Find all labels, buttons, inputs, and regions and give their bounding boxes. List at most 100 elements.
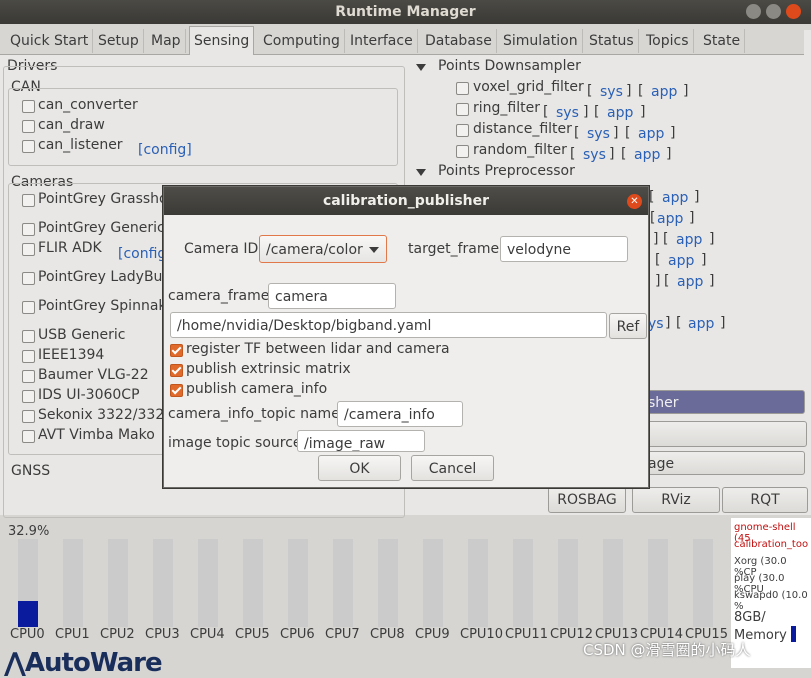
chevron-down-icon[interactable]	[416, 169, 426, 176]
random-filter-checkbox[interactable]	[456, 145, 469, 158]
minimize-button[interactable]	[746, 4, 761, 19]
register-tf-label: register TF between lidar and camera	[186, 341, 450, 357]
camera-info-topic-input[interactable]: /camera_info	[337, 401, 463, 427]
camera-avt-vimba-checkbox[interactable]	[22, 430, 35, 443]
target-frame-input[interactable]: velodyne	[500, 236, 628, 262]
can-draw-checkbox[interactable]	[22, 120, 35, 133]
voxel-grid-filter-checkbox[interactable]	[456, 82, 469, 95]
tab-interface[interactable]: Interface	[346, 29, 418, 53]
bracket: [	[649, 189, 655, 205]
camera-id-select[interactable]: /camera/color	[259, 235, 387, 263]
ref-button[interactable]: Ref	[609, 313, 647, 339]
preproc-app-link-3[interactable]: app	[676, 232, 702, 248]
publish-extrinsic-label: publish extrinsic matrix	[186, 361, 351, 377]
camera-avt-vimba-label: AVT Vimba Mako	[38, 427, 155, 443]
ring-sys-link[interactable]: sys	[556, 105, 579, 121]
publish-extrinsic-checkbox[interactable]	[170, 364, 183, 377]
bracket: ]	[653, 231, 659, 247]
image-topic-input[interactable]: /image_raw	[297, 430, 425, 452]
camera-ids-checkbox[interactable]	[22, 390, 35, 403]
camera-ids-label: IDS UI-3060CP	[38, 387, 140, 403]
camera-pointgrey-grasshopper-checkbox[interactable]	[22, 194, 35, 207]
random-filter-label: random_filter	[473, 142, 567, 158]
publish-camera-info-checkbox[interactable]	[170, 384, 183, 397]
close-button[interactable]	[786, 4, 801, 19]
camera-usb-generic-checkbox[interactable]	[22, 330, 35, 343]
bracket: ]	[613, 125, 619, 141]
bracket: ]	[626, 83, 632, 99]
tab-status[interactable]: Status	[585, 29, 639, 53]
distance-app-link[interactable]: app	[638, 126, 664, 142]
window-title-bar: Runtime Manager	[0, 0, 811, 24]
cpu-usage-bar	[558, 539, 578, 627]
tab-computing[interactable]: Computing	[259, 29, 345, 53]
camera-pointgrey-ladybug-checkbox[interactable]	[22, 272, 35, 285]
cancel-button[interactable]: Cancel	[411, 455, 494, 481]
cpu-usage-bar	[423, 539, 443, 627]
flir-adk-config-link[interactable]: [config	[118, 246, 166, 262]
process-item: kswapd0 (10.0 %	[734, 590, 808, 612]
tab-quick-start[interactable]: Quick Start	[6, 29, 94, 53]
cpu-usage-bar	[18, 539, 38, 627]
preproc-app-link-5[interactable]: app	[677, 274, 703, 290]
register-tf-checkbox[interactable]	[170, 344, 183, 357]
dialog-close-icon[interactable]: ✕	[627, 194, 642, 209]
camera-pointgrey-spinnaker-checkbox[interactable]	[22, 301, 35, 314]
preproc-app-link-6[interactable]: app	[688, 316, 714, 332]
camera-info-topic-label: camera_info_topic name	[168, 406, 340, 422]
can-converter-checkbox[interactable]	[22, 100, 35, 113]
camera-ieee1394-checkbox[interactable]	[22, 350, 35, 363]
can-listener-checkbox[interactable]	[22, 140, 35, 153]
tab-state[interactable]: State	[699, 29, 746, 53]
bracket: ]	[694, 189, 700, 205]
tab-database[interactable]: Database	[421, 29, 497, 53]
cpu-usage-bar	[243, 539, 263, 627]
memory-value: 8GB/	[734, 610, 766, 625]
random-sys-link[interactable]: sys	[583, 147, 606, 163]
image-button[interactable]: age	[625, 451, 805, 475]
voxel-grid-filter-label: voxel_grid_filter	[473, 79, 584, 95]
distance-filter-checkbox[interactable]	[456, 124, 469, 137]
camera-baumer-checkbox[interactable]	[22, 370, 35, 383]
bracket: ]	[709, 273, 715, 289]
maximize-button[interactable]	[766, 4, 781, 19]
ring-filter-checkbox[interactable]	[456, 103, 469, 116]
preproc-app-link-2[interactable]: app	[657, 211, 683, 227]
autoware-logo-text: AutoWare	[24, 648, 163, 678]
preproc-sys-link-partial[interactable]: ys	[648, 316, 664, 332]
tab-simulation[interactable]: Simulation	[499, 29, 583, 53]
distance-sys-link[interactable]: sys	[587, 126, 610, 142]
camera-flir-adk-checkbox[interactable]	[22, 243, 35, 256]
preproc-app-link-4[interactable]: app	[668, 253, 694, 269]
cpu0-percent: 32.9%	[8, 524, 50, 539]
tab-map[interactable]: Map	[147, 29, 186, 53]
cpu-usage-bar	[513, 539, 533, 627]
ring-app-link[interactable]: app	[607, 105, 633, 121]
can-listener-config-link[interactable]: [config]	[138, 142, 192, 158]
camera-sekonix-checkbox[interactable]	[22, 410, 35, 423]
rqt-button[interactable]: RQT	[722, 487, 808, 513]
rviz-button[interactable]: RViz	[632, 487, 720, 513]
partial-button[interactable]	[625, 421, 807, 447]
tab-sensing[interactable]: Sensing	[189, 26, 255, 55]
yaml-path-input[interactable]: /home/nvidia/Desktop/bigband.yaml	[170, 312, 607, 338]
memory-bar	[791, 626, 796, 642]
tab-topics[interactable]: Topics	[642, 29, 694, 53]
preproc-app-link-1[interactable]: app	[662, 190, 688, 206]
rosbag-button[interactable]: ROSBAG	[548, 487, 626, 513]
random-app-link[interactable]: app	[634, 147, 660, 163]
bracket: [	[676, 315, 682, 331]
target-frame-label: target_frame	[408, 241, 500, 257]
tab-setup[interactable]: Setup	[94, 29, 144, 53]
bracket: [	[625, 125, 631, 141]
camera-frame-input[interactable]: camera	[268, 283, 396, 309]
camera-frame-label: camera_frame	[168, 288, 270, 304]
ok-button[interactable]: OK	[318, 455, 401, 481]
cpu-label: CPU9	[415, 627, 450, 642]
camera-pointgrey-generic-checkbox[interactable]	[22, 223, 35, 236]
calibration-publisher-button[interactable]: sher	[625, 390, 805, 414]
voxel-sys-link[interactable]: sys	[600, 84, 623, 100]
voxel-app-link[interactable]: app	[651, 84, 677, 100]
chevron-down-icon[interactable]	[416, 64, 426, 71]
bracket: [	[664, 273, 670, 289]
